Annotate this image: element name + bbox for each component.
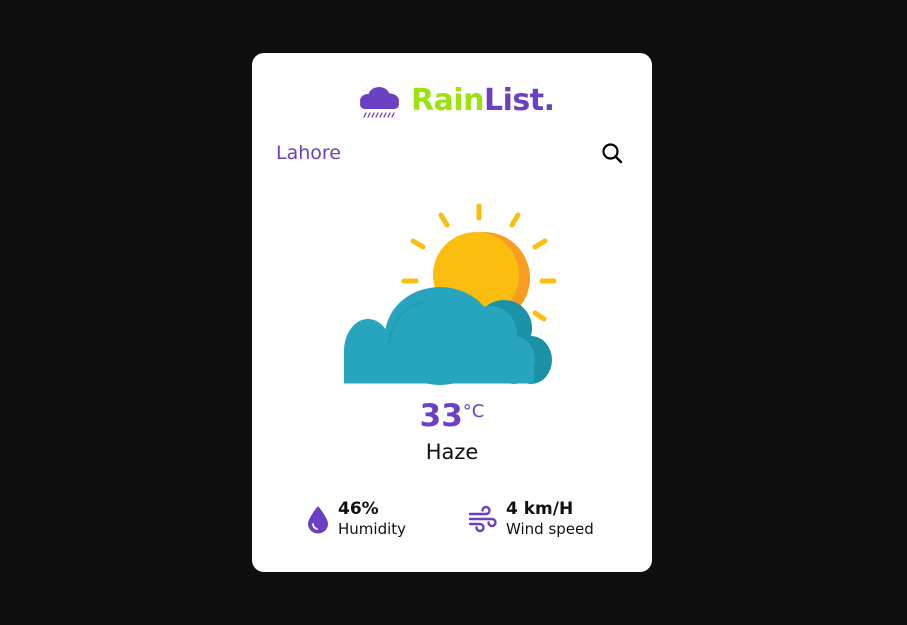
temperature: 33°C — [252, 396, 652, 436]
city-name: Lahore — [276, 142, 341, 164]
temperature-value: 33 — [419, 398, 463, 434]
humidity-value: 46% — [338, 499, 379, 519]
weather-illustration — [344, 198, 564, 390]
wind-stat: 4 km/H Wind speed — [468, 499, 594, 539]
sun-behind-cloud-icon — [344, 203, 557, 385]
search-icon — [602, 143, 623, 164]
wind-value: 4 km/H — [506, 499, 574, 519]
brand-name-part1: Rain — [411, 83, 485, 118]
water-drop-icon — [308, 506, 328, 534]
humidity-stat: 46% Humidity — [306, 499, 406, 539]
wind-label: Wind speed — [506, 520, 594, 538]
brand-name: RainList. — [411, 81, 555, 121]
brand-logo: RainList. — [357, 81, 555, 121]
wind-icon — [468, 505, 497, 533]
weather-condition: Haze — [425, 440, 479, 464]
humidity-label: Humidity — [338, 520, 407, 538]
rain-cloud-icon — [360, 87, 399, 118]
weather-card: RainList. Lahore 33°C Haze 46% Humidity … — [252, 53, 652, 572]
search-button[interactable] — [600, 141, 626, 167]
temperature-unit: °C — [462, 401, 485, 422]
brand-name-part2: List. — [484, 83, 555, 118]
